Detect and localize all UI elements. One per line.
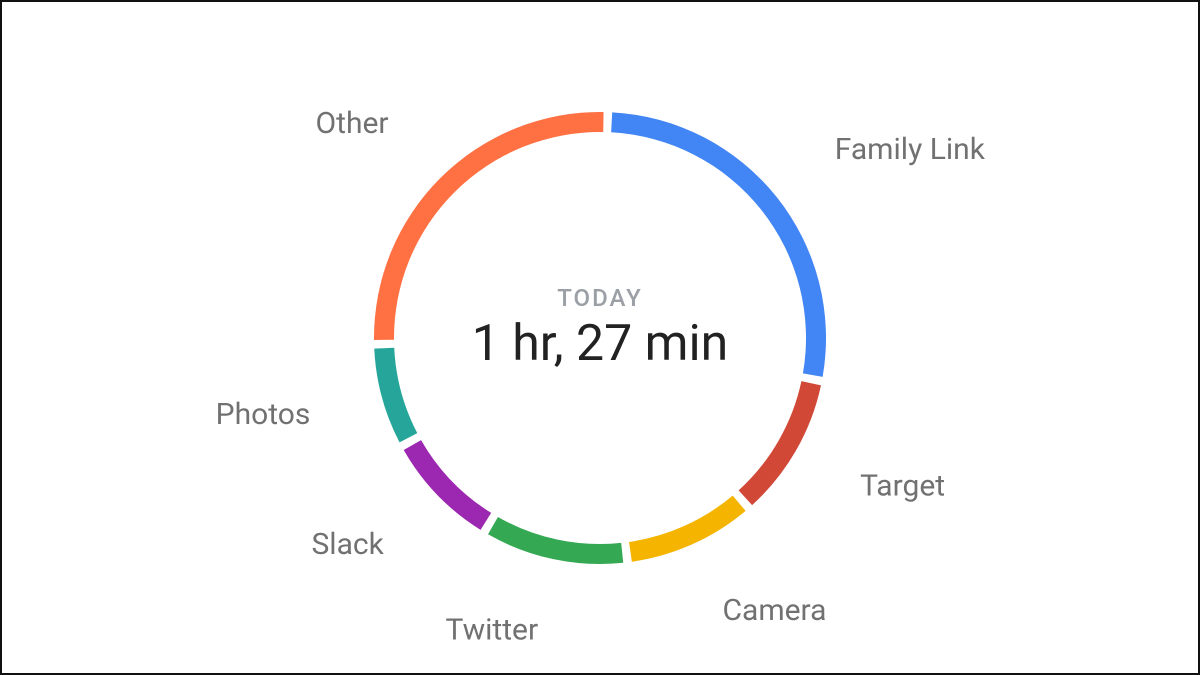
slice-label-slack: Slack — [311, 526, 384, 561]
slice-label-photos: Photos — [216, 397, 311, 432]
donut-slice-twitter[interactable] — [488, 516, 623, 563]
center-label-today: TODAY — [557, 284, 643, 312]
donut-slice-camera[interactable] — [629, 495, 746, 561]
donut-slice-slack[interactable] — [404, 440, 491, 530]
center-label-total-time: 1 hr, 27 min — [472, 315, 728, 373]
slice-label-family-link: Family Link — [835, 132, 986, 167]
donut-slice-target[interactable] — [739, 381, 821, 505]
slice-label-other: Other — [316, 106, 389, 141]
slice-label-twitter: Twitter — [446, 612, 539, 647]
slice-label-target: Target — [860, 468, 945, 503]
donut-chart: Family Link Target Camera Twitter Slack Photo… — [150, 18, 1050, 658]
screen-time-card: Family Link Target Camera Twitter Slack Photo… — [0, 0, 1200, 675]
slice-label-camera: Camera — [722, 592, 826, 627]
donut-slice-photos[interactable] — [374, 347, 417, 442]
